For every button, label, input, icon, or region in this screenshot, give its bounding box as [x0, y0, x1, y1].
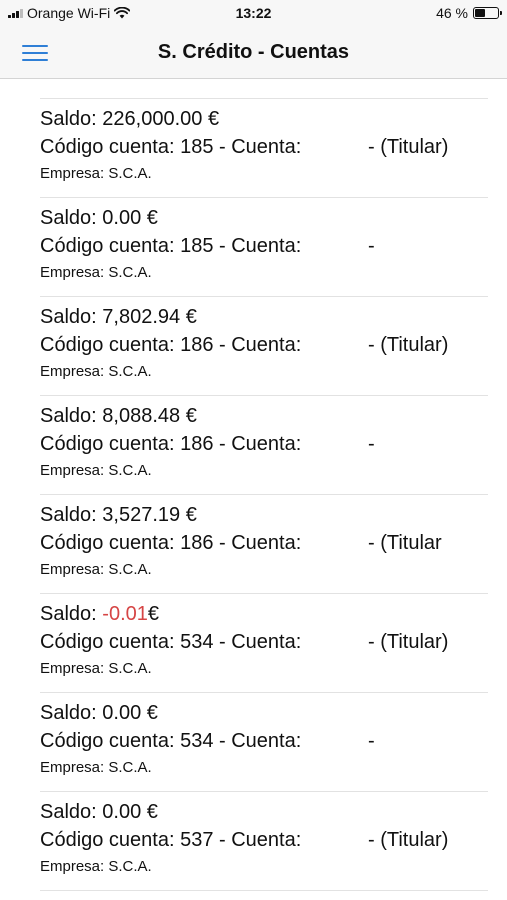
status-time: 13:22 [235, 5, 272, 21]
currency-symbol: € [207, 108, 220, 130]
balance-line: Saldo: 0.00 € [40, 702, 158, 725]
currency-symbol: € [147, 603, 159, 625]
company-label: Empresa: S.C.A. [40, 363, 152, 380]
balance-line: Saldo: 7,802.94 € [40, 306, 197, 329]
list-item[interactable]: Saldo: 0.00 € Código cuenta: 185 - Cuenta… [40, 198, 488, 297]
currency-symbol: € [185, 306, 197, 328]
currency-symbol: € [185, 504, 197, 526]
balance-value: 0.00 [102, 702, 142, 724]
balance-line: Saldo: 0.00 € [40, 801, 158, 824]
company-label: Empresa: S.C.A. [40, 759, 152, 776]
list-item[interactable]: Saldo: 7,802.94 € Código cuenta: 186 - Cu… [40, 297, 488, 396]
balance-value: 226,000.00 [102, 108, 203, 130]
balance-value: 7,802.94 [102, 306, 181, 328]
balance-label: Saldo: [40, 108, 97, 130]
holder-role: - (Titular) [368, 136, 449, 158]
battery-icon [473, 7, 502, 19]
account-code: Código cuenta: 186 - Cuenta: [40, 532, 302, 554]
currency-symbol: € [146, 801, 158, 823]
list-item[interactable]: Saldo: 226,000.00 € Código cuenta: 185 - … [40, 99, 488, 198]
company-label: Empresa: S.C.A. [40, 561, 152, 578]
balance-label: Saldo: [40, 207, 97, 229]
company-label: Empresa: S.C.A. [40, 858, 152, 875]
account-line: Código cuenta: 186 - Cuenta: - [40, 433, 488, 456]
holder-role: - [368, 433, 375, 455]
holder-role: - (Titular) [368, 829, 449, 851]
account-line: Código cuenta: 185 - Cuenta: - (Titular) [40, 136, 488, 159]
account-code: Código cuenta: 186 - Cuenta: [40, 433, 302, 455]
holder-role: - (Titular [368, 532, 442, 554]
list-item[interactable]: Saldo: 8,088.48 € Código cuenta: 186 - Cu… [40, 396, 488, 495]
account-code: Código cuenta: 537 - Cuenta: [40, 829, 302, 851]
account-code: Código cuenta: 186 - Cuenta: [40, 334, 302, 356]
balance-label: Saldo: [40, 306, 97, 328]
battery-info: 46 % [436, 5, 502, 21]
balance-value: -0.01 [102, 603, 148, 625]
balance-line: Saldo: -0.01€ [40, 603, 159, 626]
account-line: Código cuenta: 186 - Cuenta: - (Titular) [40, 334, 488, 357]
list-item[interactable]: Saldo: 3,527.19 € Código cuenta: 186 - Cu… [40, 495, 488, 594]
balance-label: Saldo: [40, 504, 97, 526]
account-line: Código cuenta: 537 - Cuenta: - (Titular) [40, 829, 488, 852]
balance-value: 0.00 [102, 207, 142, 229]
account-code: Código cuenta: 534 - Cuenta: [40, 631, 302, 653]
balance-line: Saldo: 3,527.19 € [40, 504, 197, 527]
balance-line: Saldo: 8,088.48 € [40, 405, 197, 428]
company-label: Empresa: S.C.A. [40, 660, 152, 677]
balance-label: Saldo: [40, 603, 97, 625]
account-list: Saldo: 226,000.00 € Código cuenta: 185 - … [40, 98, 488, 891]
account-line: Código cuenta: 534 - Cuenta: - [40, 730, 488, 753]
balance-line: Saldo: 226,000.00 € [40, 108, 219, 131]
status-bar: Orange Wi-Fi 13:22 46 % [0, 0, 507, 28]
currency-symbol: € [185, 405, 197, 427]
balance-line: Saldo: 0.00 € [40, 207, 158, 230]
account-code: Código cuenta: 534 - Cuenta: [40, 730, 302, 752]
list-item[interactable]: Saldo: -0.01€ Código cuenta: 534 - Cuenta… [40, 594, 488, 693]
currency-symbol: € [146, 702, 158, 724]
balance-value: 0.00 [102, 801, 142, 823]
company-label: Empresa: S.C.A. [40, 462, 152, 479]
page-title: S. Crédito - Cuentas [157, 41, 350, 63]
balance-label: Saldo: [40, 405, 97, 427]
account-line: Código cuenta: 534 - Cuenta: - (Titular) [40, 631, 488, 654]
list-item[interactable]: Saldo: 0.00 € Código cuenta: 537 - Cuenta… [40, 792, 488, 891]
balance-value: 8,088.48 [102, 405, 181, 427]
company-label: Empresa: S.C.A. [40, 264, 152, 281]
currency-symbol: € [146, 207, 158, 229]
holder-role: - [368, 730, 375, 752]
account-code: Código cuenta: 185 - Cuenta: [40, 235, 302, 257]
holder-role: - (Titular) [368, 631, 449, 653]
account-line: Código cuenta: 185 - Cuenta: - [40, 235, 488, 258]
balance-value: 3,527.19 [102, 504, 181, 526]
account-line: Código cuenta: 186 - Cuenta: - (Titular [40, 532, 488, 555]
account-code: Código cuenta: 185 - Cuenta: [40, 136, 302, 158]
company-label: Empresa: S.C.A. [40, 165, 152, 182]
balance-label: Saldo: [40, 801, 97, 823]
balance-label: Saldo: [40, 702, 97, 724]
battery-percent: 46 % [436, 5, 468, 21]
list-item[interactable]: Saldo: 0.00 € Código cuenta: 534 - Cuenta… [40, 693, 488, 792]
holder-role: - [368, 235, 375, 257]
holder-role: - (Titular) [368, 334, 449, 356]
navigation-bar: S. Crédito - Cuentas [0, 28, 507, 79]
